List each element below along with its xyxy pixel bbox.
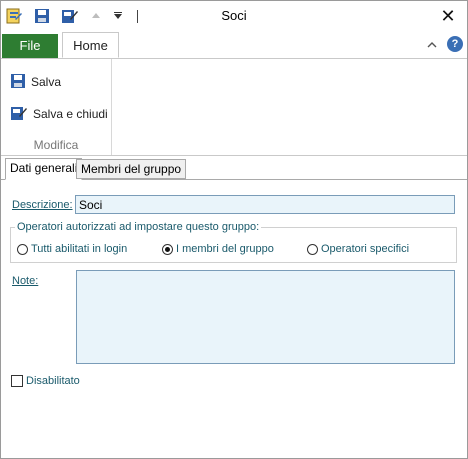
- radio-operatori-specifici[interactable]: Operatori specifici: [307, 243, 409, 255]
- save-icon: [10, 73, 26, 92]
- operators-legend: Operatori autorizzati ad impostare quest…: [15, 221, 262, 233]
- radio-tutti-abilitati[interactable]: Tutti abilitati in login: [17, 243, 127, 255]
- radio-circle-selected: [162, 243, 173, 255]
- save-button[interactable]: Salva: [10, 72, 61, 92]
- radio-label: I membri del gruppo: [176, 243, 274, 255]
- tab-dati-generali[interactable]: Dati generali: [5, 158, 83, 180]
- ribbon-body: Salva Salva e chiudi Modifica: [1, 59, 467, 156]
- content-tabs: Dati generali Membri del gruppo: [1, 158, 467, 180]
- window-title: Soci: [221, 8, 247, 23]
- descrizione-value: Soci: [79, 198, 103, 212]
- save-close-icon: [10, 104, 28, 125]
- collapse-ribbon-icon[interactable]: [425, 38, 439, 52]
- save-close-button[interactable]: Salva e chiudi: [10, 104, 108, 124]
- radio-circle: [307, 243, 318, 255]
- disabilitato-checkbox[interactable]: [11, 375, 23, 387]
- note-label: Note:: [12, 275, 39, 287]
- radio-circle: [17, 243, 28, 255]
- note-textarea[interactable]: [76, 270, 455, 364]
- tab-membri-del-gruppo[interactable]: Membri del gruppo: [76, 159, 187, 179]
- group-label: Modifica: [33, 138, 79, 152]
- home-tab[interactable]: Home: [62, 32, 119, 58]
- save-close-label: Salva e chiudi: [33, 107, 108, 121]
- title-bar: Soci ✕: [1, 1, 467, 32]
- file-tab[interactable]: File: [2, 34, 58, 58]
- descrizione-input[interactable]: Soci: [75, 195, 455, 214]
- descrizione-label: Descrizione:: [12, 199, 73, 211]
- radio-label: Tutti abilitati in login: [31, 243, 128, 255]
- save-label: Salva: [31, 75, 62, 89]
- disabilitato-label[interactable]: Disabilitato: [26, 375, 80, 387]
- group-modifica: Salva Salva e chiudi Modifica: [1, 59, 112, 155]
- window: Soci ✕ File Home ? Salva Salva e chiudi …: [0, 0, 468, 459]
- radio-membri-gruppo[interactable]: I membri del gruppo: [162, 243, 274, 255]
- ribbon-tabs: File Home ?: [1, 32, 467, 59]
- help-icon[interactable]: ?: [447, 36, 463, 52]
- close-icon[interactable]: ✕: [437, 5, 459, 27]
- radio-label: Operatori specifici: [321, 243, 410, 255]
